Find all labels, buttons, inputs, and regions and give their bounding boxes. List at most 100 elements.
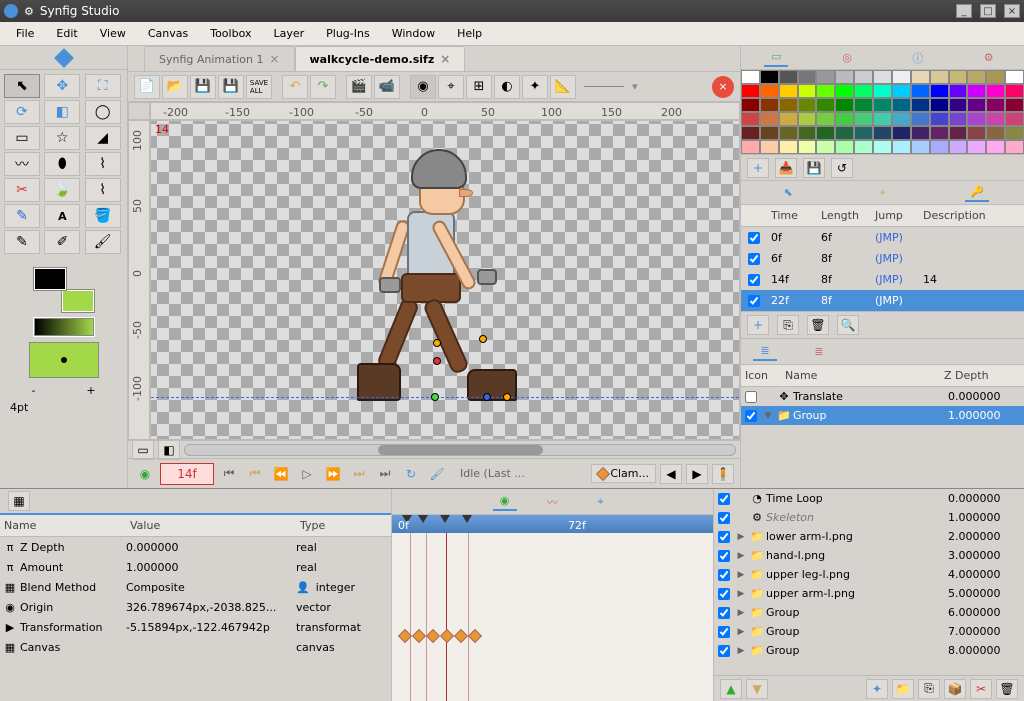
palette-swatch[interactable] — [986, 70, 1005, 84]
cancel-render-button[interactable]: × — [712, 76, 734, 98]
palette-swatch[interactable] — [873, 70, 892, 84]
layer-visible-checkbox[interactable] — [718, 645, 730, 657]
jump-link[interactable]: (JMP) — [875, 294, 903, 307]
palette-swatch[interactable] — [949, 126, 968, 140]
palette-swatch[interactable] — [986, 126, 1005, 140]
tl-kf-marker[interactable] — [418, 515, 428, 523]
palette-swatch[interactable] — [779, 84, 798, 98]
info-tab[interactable]: ⓘ — [906, 49, 930, 67]
waypoint-icon[interactable] — [454, 629, 468, 643]
close-button[interactable]: × — [1004, 4, 1020, 18]
layer-name[interactable]: Group — [766, 625, 948, 638]
tl-kf-marker[interactable] — [462, 515, 472, 523]
palette-swatch[interactable] — [835, 84, 854, 98]
palette-swatch[interactable] — [873, 126, 892, 140]
smooth-move-tool[interactable]: ✥ — [44, 74, 80, 98]
palette-swatch[interactable] — [798, 140, 817, 154]
region-tool[interactable]: ⬮ — [44, 152, 80, 176]
jump-link[interactable]: (JMP) — [875, 273, 903, 286]
width-tool[interactable]: ⌇ — [85, 178, 121, 202]
palette-swatch[interactable] — [930, 112, 949, 126]
minimize-button[interactable]: _ — [956, 4, 972, 18]
layer-visible-checkbox[interactable] — [718, 512, 730, 524]
palette-swatch[interactable] — [741, 98, 760, 112]
spline-tool[interactable]: 〰 — [4, 152, 40, 176]
layer-name[interactable]: Group — [766, 644, 948, 657]
metadata-button[interactable]: 📐 — [550, 75, 576, 99]
palette-swatch[interactable] — [816, 84, 835, 98]
rectangle-tool[interactable]: ▭ — [4, 126, 40, 150]
param-row[interactable]: ▶ Transformation -5.15894px,-122.467942p… — [0, 617, 391, 637]
layer-name[interactable]: Group — [793, 409, 948, 422]
palette-swatch[interactable] — [1005, 98, 1024, 112]
jump-link[interactable]: (JMP) — [875, 252, 903, 265]
mirror-tool[interactable]: ◧ — [44, 100, 80, 124]
palette-swatch[interactable] — [779, 112, 798, 126]
expand-toggle[interactable]: ▶ — [734, 532, 748, 542]
scale-tool[interactable]: ⛶ — [85, 74, 121, 98]
palette-swatch[interactable] — [911, 98, 930, 112]
palette-swatch[interactable] — [835, 126, 854, 140]
expand-toggle[interactable]: ▶ — [734, 646, 748, 656]
show-guide-button[interactable]: ✦ — [522, 75, 548, 99]
palette-swatch[interactable] — [892, 140, 911, 154]
palette-swatch[interactable] — [930, 84, 949, 98]
palette-swatch[interactable] — [816, 140, 835, 154]
palette-swatch[interactable] — [835, 140, 854, 154]
layer-row[interactable]: ▶ 📁 Group 8.000000 — [714, 641, 1024, 660]
keyframe-row[interactable]: 0f6f (JMP) — [741, 227, 1024, 248]
palette-swatch[interactable] — [854, 112, 873, 126]
horizontal-scrollbar[interactable] — [184, 444, 736, 456]
layer-visible-checkbox[interactable] — [718, 493, 730, 505]
close-icon[interactable]: × — [269, 52, 279, 66]
horizontal-ruler[interactable]: -200 -150 -100 -50 0 50 100 150 200 — [150, 102, 740, 120]
foreground-color[interactable] — [34, 268, 66, 290]
keyframe-row[interactable]: 14f8f (JMP) 14 — [741, 269, 1024, 290]
background-color[interactable] — [62, 290, 94, 312]
param-row[interactable]: ◉ Origin 326.789674px,-2038.825... vecto… — [0, 597, 391, 617]
palette-swatch[interactable] — [779, 140, 798, 154]
expand-toggle[interactable]: ▶ — [734, 589, 748, 599]
clamp-button[interactable]: Clam... — [591, 464, 656, 483]
waypoint-icon[interactable] — [440, 629, 454, 643]
horizontal-guide[interactable] — [151, 397, 739, 398]
cutout-tool[interactable]: ✂ — [4, 178, 40, 202]
encaps-button[interactable]: 📦 — [944, 679, 966, 699]
layer-row[interactable]: ▶ 📁 upper leg-l.png 4.000000 — [714, 565, 1024, 584]
default-palette-button[interactable]: ↺ — [831, 158, 853, 178]
palette-swatch[interactable] — [760, 70, 779, 84]
save-palette-button[interactable]: 💾 — [803, 158, 825, 178]
layer-visible-checkbox[interactable] — [718, 626, 730, 638]
palette-swatch[interactable] — [741, 84, 760, 98]
layer-row[interactable]: ▶ 📁 Group 6.000000 — [714, 603, 1024, 622]
palette-swatch[interactable] — [892, 112, 911, 126]
timetrack-tab[interactable]: ◉ — [493, 493, 517, 511]
palette-swatch[interactable] — [835, 98, 854, 112]
layer-visible-checkbox[interactable] — [718, 569, 730, 581]
palette-swatch[interactable] — [1005, 112, 1024, 126]
new-file-button[interactable]: 📄 — [134, 75, 160, 99]
transform-tool[interactable]: ⬉ — [4, 74, 40, 98]
menu-edit[interactable]: Edit — [46, 24, 87, 43]
vertical-ruler[interactable]: 100 50 0 -50 -100 — [128, 120, 150, 440]
layer-visible-checkbox[interactable] — [718, 607, 730, 619]
handle-skew[interactable] — [483, 393, 491, 401]
eyedrop-tool[interactable]: ✎ — [4, 230, 40, 254]
handle-origin[interactable] — [431, 393, 439, 401]
sketch-tool[interactable]: ✐ — [44, 230, 80, 254]
palette-swatch[interactable] — [779, 98, 798, 112]
palette-swatch[interactable] — [967, 112, 986, 126]
palette-swatch[interactable] — [949, 98, 968, 112]
keyframe-row[interactable]: 6f8f (JMP) — [741, 248, 1024, 269]
history-tab[interactable]: ⚙ — [977, 49, 1001, 67]
palette-swatch[interactable] — [779, 70, 798, 84]
circle-tool[interactable]: ◯ — [85, 100, 121, 124]
save-button[interactable]: 💾 — [190, 75, 216, 99]
palette-swatch[interactable] — [798, 126, 817, 140]
keyframe-row[interactable]: 22f8f (JMP) — [741, 290, 1024, 311]
onion-button[interactable]: ◉ — [410, 75, 436, 99]
color-swatches[interactable] — [34, 268, 94, 312]
seek-next-kf-button[interactable]: ⏭ — [348, 463, 370, 485]
keyframe-active-checkbox[interactable] — [748, 274, 760, 286]
palette-swatch[interactable] — [892, 126, 911, 140]
